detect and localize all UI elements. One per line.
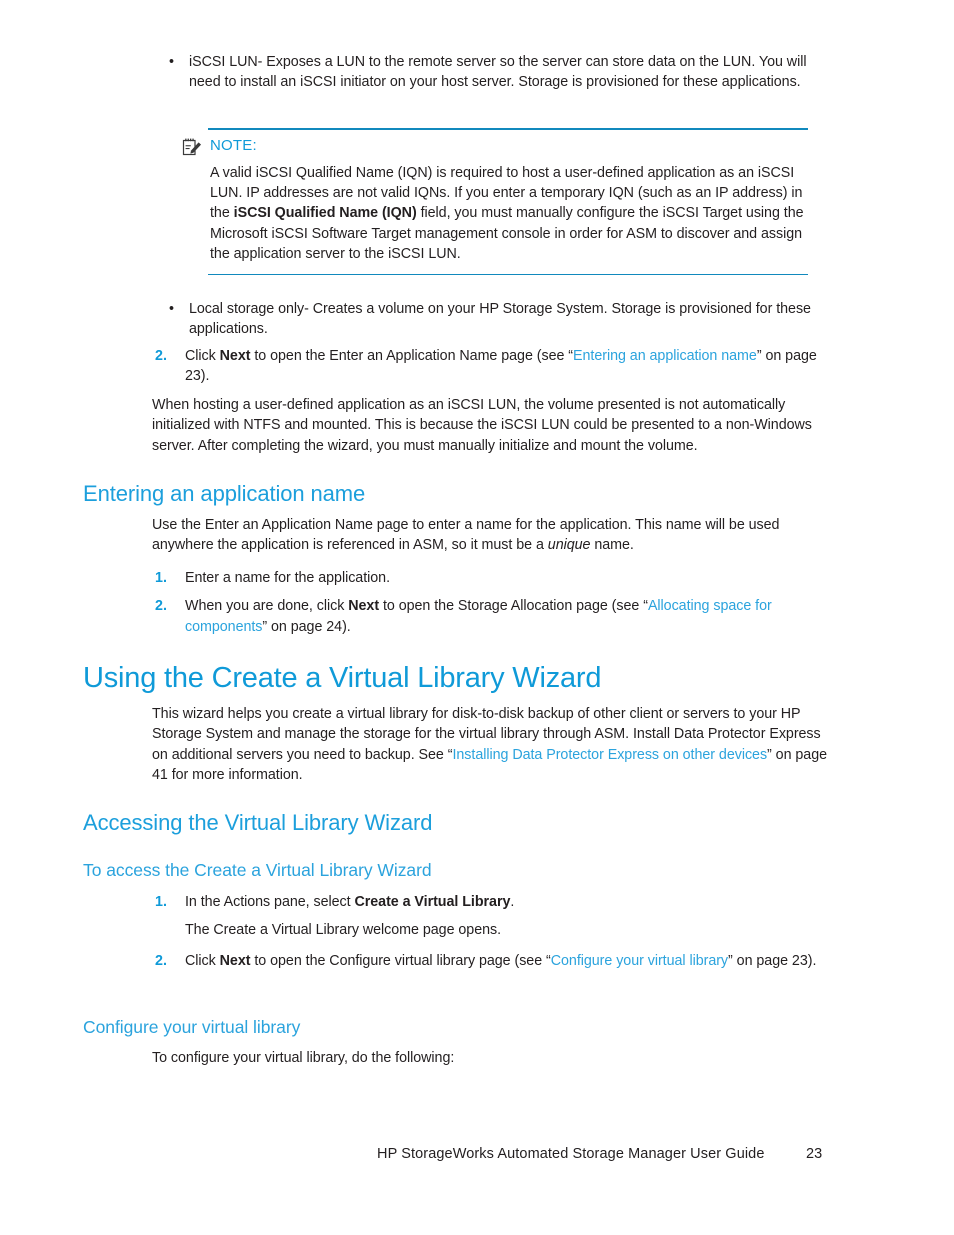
note-pencil-icon [182, 137, 202, 157]
step-text-mid: to open the Enter an Application Name pa… [250, 348, 574, 364]
bullet-marker: • [169, 301, 175, 317]
intro-pre: Use the Enter an Application Name page t… [152, 517, 780, 554]
note-bottom-rule [208, 273, 808, 276]
step-text-mid: to open the Storage Allocation page (see… [379, 598, 648, 615]
step-result-text: The Create a Virtual Library welcome pag… [185, 922, 502, 939]
list-item: 1. In the Actions pane, select Create a … [152, 892, 829, 912]
step-text: When you are done, click Next to open th… [185, 598, 772, 634]
paragraph-configure-intro: To configure your virtual library, do th… [152, 1050, 455, 1066]
paragraph-using-wizard-intro: This wizard helps you create a virtual l… [152, 704, 829, 786]
paragraph-hosting: When hosting a user-defined application … [152, 397, 812, 454]
step-text-post: ” on page 23). [728, 952, 817, 969]
step-text-pre: Click [185, 348, 220, 364]
step-text-pre: When you are done, click [185, 598, 349, 615]
heading-to-access-the-create-a-virtual-library-wizard: To access the Create a Virtual Library W… [83, 860, 432, 880]
list-item: 2. Click Next to open the Enter an Appli… [152, 346, 829, 387]
heading-configure-your-virtual-library: Configure your virtual library [83, 1017, 301, 1037]
section-configure-library-body: To configure your virtual library, do th… [152, 1048, 829, 1068]
document-page: • iSCSI LUN- Exposes a LUN to the remote… [0, 0, 954, 1235]
heading-using-the-create-a-virtual-library-wizard: Using the Create a Virtual Library Wizar… [83, 662, 602, 694]
bullet-text-local-storage: Local storage only- Creates a volume on … [189, 301, 811, 338]
cross-reference-link[interactable]: Configure your virtual library [551, 953, 728, 969]
note-header: NOTE: [182, 136, 808, 160]
intro-post: name. [590, 537, 634, 554]
list-item: • Local storage only- Creates a volume o… [152, 299, 829, 340]
step-text-pre: In the Actions pane, select [185, 894, 355, 910]
heading-entering-an-application-name: Entering an application name [83, 481, 366, 506]
paragraph-entering-intro: Use the Enter an Application Name page t… [152, 515, 829, 556]
note-label: NOTE: [210, 136, 257, 154]
step-list-app-name: 2. Click Next to open the Enter an Appli… [152, 346, 829, 387]
step-result-text-block: The Create a Virtual Library welcome pag… [152, 920, 829, 940]
note-text-bold: iSCSI Qualified Name (IQN) [233, 205, 417, 222]
section-accessing-wizard-steps: 1. In the Actions pane, select Create a … [152, 892, 829, 971]
section-entering-app-name-body: Use the Enter an Application Name page t… [152, 515, 829, 637]
note-body-text: A valid iSCSI Qualified Name (IQN) is re… [210, 163, 808, 265]
note-top-rule [208, 128, 808, 130]
step-text-pre: Click [185, 952, 220, 969]
cross-reference-link[interactable]: Installing Data Protector Express on oth… [452, 747, 767, 763]
bullet-list-local-storage: • Local storage only- Creates a volume o… [152, 299, 829, 340]
step-text-mid: to open the Configure virtual library pa… [250, 952, 551, 969]
intro-italic: unique [547, 537, 591, 554]
step-text: Click Next to open the Configure virtual… [185, 953, 816, 969]
step-text-bold: Create a Virtual Library [354, 894, 511, 910]
page-footer: HP StorageWorks Automated Storage Manage… [0, 1144, 954, 1166]
step-number: 2. [155, 598, 167, 615]
note-box: NOTE: A valid iSCSI Qualified Name (IQN)… [182, 128, 808, 276]
list-item: 2. Click Next to open the Configure virt… [152, 951, 829, 971]
footer-page-number: 23 [806, 1146, 823, 1162]
cross-reference-link[interactable]: Entering an application name [573, 348, 757, 364]
list-item: 2. When you are done, click Next to open… [152, 596, 829, 637]
step-text: Enter a name for the application. [185, 569, 390, 586]
list-item: • iSCSI LUN- Exposes a LUN to the remote… [152, 52, 829, 93]
step-number: 2. [155, 952, 167, 969]
section-using-wizard-body: This wizard helps you create a virtual l… [152, 704, 829, 786]
footer-document-title: HP StorageWorks Automated Storage Manage… [377, 1146, 765, 1162]
step-number: 2. [155, 348, 167, 364]
step-number: 1. [155, 569, 167, 586]
step-text-post: . [510, 894, 515, 910]
heading-accessing-the-virtual-library-wizard: Accessing the Virtual Library Wizard [83, 810, 433, 835]
list-item: 1. Enter a name for the application. [152, 568, 829, 588]
paragraph-hosting-block: When hosting a user-defined application … [152, 395, 829, 456]
bullet-marker: • [169, 54, 175, 70]
step-text: Click Next to open the Enter an Applicat… [185, 348, 817, 384]
step-text: In the Actions pane, select Create a Vir… [185, 894, 514, 910]
bullet-text-iscsi-lun: iSCSI LUN- Exposes a LUN to the remote s… [189, 54, 807, 91]
step-text-bold: Next [219, 348, 251, 364]
bullet-list-iscsi: • iSCSI LUN- Exposes a LUN to the remote… [152, 52, 829, 93]
step-number: 1. [155, 894, 167, 910]
step-text-bold: Next [219, 952, 251, 969]
step-text-post: ” on page 24). [262, 618, 351, 635]
step-text-bold: Next [348, 598, 380, 615]
